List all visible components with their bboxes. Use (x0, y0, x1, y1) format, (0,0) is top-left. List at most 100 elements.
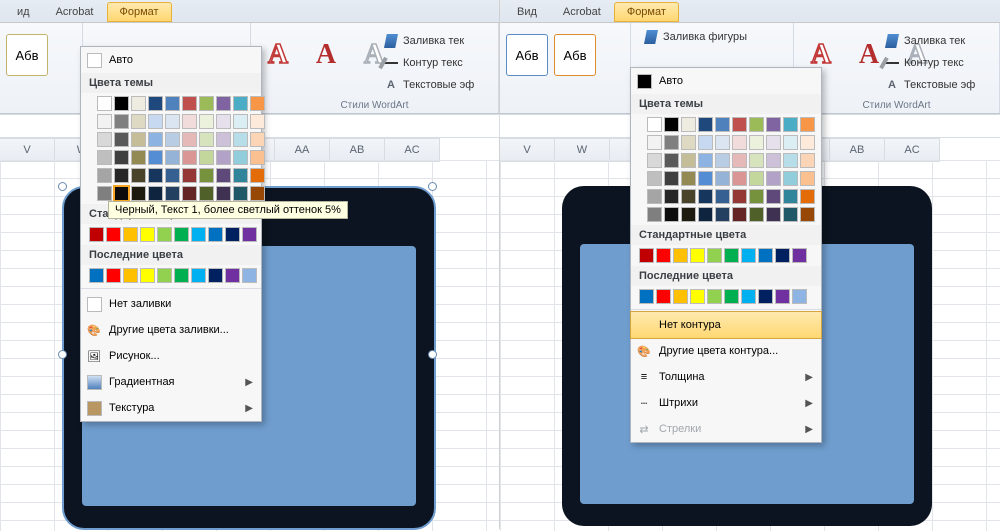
outline-dashes[interactable]: ┄ Штрихи ▶ (631, 390, 821, 416)
tab-acrobat[interactable]: Acrobat (43, 2, 107, 22)
tab-format[interactable]: Формат (107, 2, 172, 22)
color-swatch[interactable] (775, 289, 790, 304)
color-swatch[interactable] (664, 171, 679, 186)
fill-picture[interactable]: 🖼 Рисунок... (81, 343, 261, 369)
color-swatch[interactable] (647, 171, 662, 186)
color-swatch[interactable] (199, 132, 214, 147)
color-swatch[interactable] (800, 135, 815, 150)
text-effects-button[interactable]: A Текстовые эф (383, 75, 493, 95)
color-swatch[interactable] (250, 132, 265, 147)
color-swatch[interactable] (800, 117, 815, 132)
color-swatch[interactable] (250, 168, 265, 183)
color-swatch[interactable] (715, 135, 730, 150)
shape-style-thumb[interactable]: Абв (506, 34, 548, 76)
color-swatch[interactable] (690, 289, 705, 304)
outline-weight[interactable]: ≡ Толщина ▶ (631, 364, 821, 390)
color-swatch[interactable] (792, 289, 807, 304)
color-swatch[interactable] (97, 132, 112, 147)
color-swatch[interactable] (89, 227, 104, 242)
color-swatch[interactable] (715, 117, 730, 132)
wordart-thumb[interactable]: A (257, 35, 299, 75)
selection-handle[interactable] (58, 350, 67, 359)
color-swatch[interactable] (681, 135, 696, 150)
column-header[interactable]: W (555, 138, 610, 162)
color-swatch[interactable] (216, 186, 231, 201)
color-swatch[interactable] (148, 150, 163, 165)
color-swatch[interactable] (681, 207, 696, 222)
color-swatch[interactable] (758, 248, 773, 263)
color-swatch[interactable] (681, 117, 696, 132)
color-swatch[interactable] (698, 189, 713, 204)
color-swatch[interactable] (106, 227, 121, 242)
color-swatch[interactable] (242, 268, 257, 283)
color-swatch[interactable] (97, 150, 112, 165)
color-swatch[interactable] (208, 268, 223, 283)
text-fill-button[interactable]: Заливка тек (884, 31, 994, 51)
color-swatch[interactable] (715, 153, 730, 168)
color-swatch[interactable] (741, 248, 756, 263)
color-swatch[interactable] (681, 189, 696, 204)
color-swatch[interactable] (114, 168, 129, 183)
wordart-thumb[interactable]: A (305, 35, 347, 75)
color-swatch[interactable] (250, 114, 265, 129)
color-swatch[interactable] (233, 114, 248, 129)
color-swatch[interactable] (148, 186, 163, 201)
color-swatch[interactable] (114, 150, 129, 165)
color-swatch[interactable] (148, 132, 163, 147)
text-outline-button[interactable]: Контур текс (383, 53, 493, 73)
color-swatch[interactable] (758, 289, 773, 304)
color-swatch[interactable] (199, 168, 214, 183)
color-swatch[interactable] (182, 132, 197, 147)
color-swatch[interactable] (766, 117, 781, 132)
color-swatch[interactable] (724, 289, 739, 304)
color-swatch[interactable] (724, 248, 739, 263)
color-swatch[interactable] (208, 227, 223, 242)
color-swatch[interactable] (749, 189, 764, 204)
color-swatch[interactable] (182, 150, 197, 165)
shape-style-thumb[interactable]: Абв (554, 34, 596, 76)
color-swatch[interactable] (123, 268, 138, 283)
color-swatch[interactable] (250, 96, 265, 111)
color-swatch[interactable] (165, 168, 180, 183)
fill-gradient[interactable]: Градиентная ▶ (81, 369, 261, 395)
color-swatch[interactable] (639, 289, 654, 304)
color-swatch[interactable] (698, 135, 713, 150)
color-swatch[interactable] (114, 132, 129, 147)
color-swatch[interactable] (664, 117, 679, 132)
color-swatch[interactable] (749, 171, 764, 186)
color-swatch[interactable] (233, 132, 248, 147)
color-swatch[interactable] (140, 227, 155, 242)
color-swatch[interactable] (698, 117, 713, 132)
color-swatch[interactable] (766, 153, 781, 168)
color-swatch[interactable] (681, 153, 696, 168)
color-swatch[interactable] (800, 153, 815, 168)
color-swatch[interactable] (131, 114, 146, 129)
color-swatch[interactable] (97, 168, 112, 183)
color-swatch[interactable] (165, 186, 180, 201)
color-swatch[interactable] (698, 153, 713, 168)
shape-fill-button[interactable]: Заливка фигуры (643, 27, 753, 47)
color-swatch[interactable] (89, 268, 104, 283)
color-swatch[interactable] (131, 132, 146, 147)
color-swatch[interactable] (216, 168, 231, 183)
color-swatch[interactable] (647, 153, 662, 168)
color-swatch[interactable] (664, 135, 679, 150)
selection-handle[interactable] (428, 350, 437, 359)
color-swatch[interactable] (732, 153, 747, 168)
color-swatch[interactable] (174, 227, 189, 242)
color-swatch[interactable] (732, 189, 747, 204)
color-swatch[interactable] (157, 227, 172, 242)
color-swatch[interactable] (673, 248, 688, 263)
more-outline-colors[interactable]: 🎨 Другие цвета контура... (631, 338, 821, 364)
color-swatch[interactable] (131, 168, 146, 183)
color-swatch[interactable] (732, 171, 747, 186)
color-swatch[interactable] (647, 117, 662, 132)
color-swatch[interactable] (681, 171, 696, 186)
color-swatch[interactable] (216, 132, 231, 147)
color-swatch[interactable] (165, 150, 180, 165)
color-swatch[interactable] (250, 186, 265, 201)
color-swatch[interactable] (800, 189, 815, 204)
color-swatch[interactable] (800, 171, 815, 186)
color-swatch[interactable] (140, 268, 155, 283)
color-swatch[interactable] (174, 268, 189, 283)
